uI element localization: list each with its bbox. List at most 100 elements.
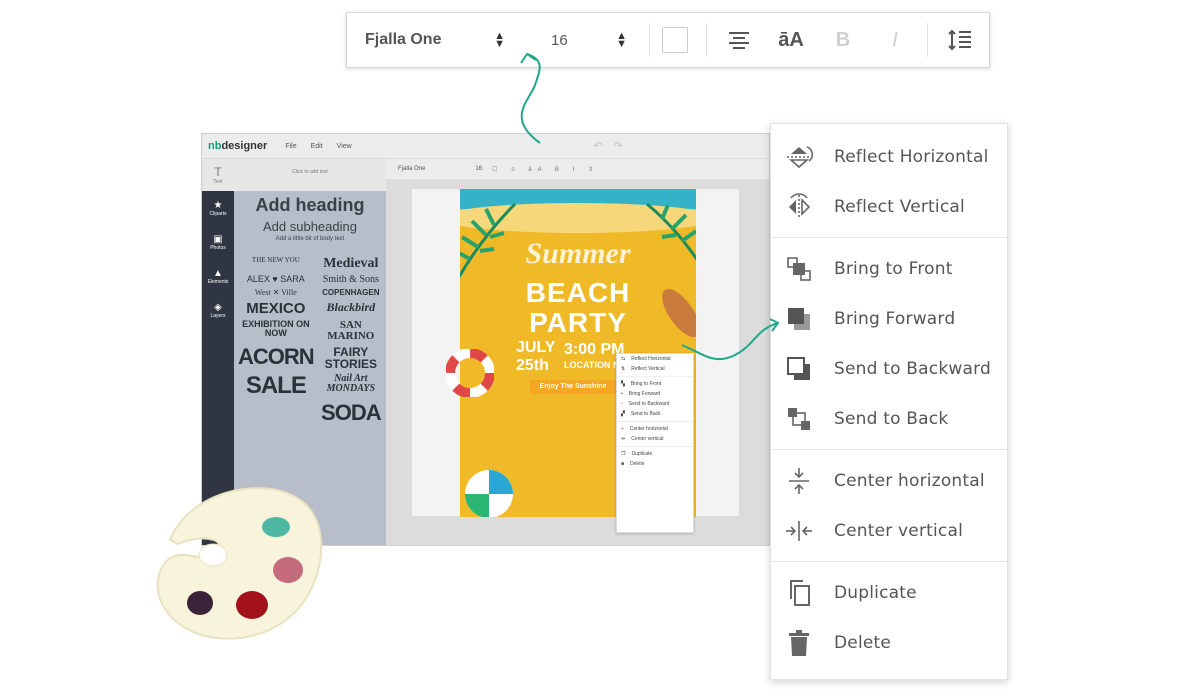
menu-label: Center horizontal bbox=[834, 471, 985, 491]
send-backward-icon bbox=[785, 355, 813, 383]
text-icon: T bbox=[214, 165, 222, 179]
font-sample[interactable]: Smith & Sons bbox=[318, 275, 384, 285]
mini-text-toolbar: Fjalla One 16 ☐ ≡ āA B I ⇕ bbox=[386, 159, 769, 179]
menu-icon: ▫ bbox=[621, 401, 623, 407]
font-sample[interactable]: Blackbird bbox=[318, 301, 384, 316]
send-to-back-item[interactable]: Send to Back bbox=[771, 394, 1007, 444]
mini-menu-item[interactable]: ▪ Bring Forward bbox=[617, 389, 693, 399]
mini-font-select[interactable]: Fjalla One bbox=[398, 166, 425, 172]
font-sample[interactable]: MEXICO bbox=[238, 301, 314, 316]
add-heading-button[interactable]: Add heading bbox=[234, 195, 386, 216]
sidebar-item-elements[interactable]: ▲ Elements bbox=[202, 259, 234, 293]
italic-button[interactable]: I bbox=[869, 29, 921, 52]
font-sample[interactable]: SAN MARINO bbox=[318, 320, 384, 342]
font-sample[interactable]: COPENHAGEN bbox=[318, 289, 384, 297]
divider bbox=[706, 23, 707, 57]
mini-tools-icon: ☐ ≡ āA B I ⇕ bbox=[492, 166, 599, 173]
bold-button[interactable]: B bbox=[817, 29, 869, 52]
menu-edit[interactable]: Edit bbox=[311, 143, 323, 150]
sidebar-item-layers[interactable]: ◈ Layers bbox=[202, 293, 234, 327]
bold-label: B bbox=[835, 28, 851, 51]
mini-menu-item[interactable]: ❐ Duplicate bbox=[617, 449, 693, 459]
menu-icon: ▪ bbox=[621, 391, 623, 397]
line-height-icon bbox=[948, 29, 971, 51]
bring-to-front-icon bbox=[785, 255, 813, 283]
mini-menu-item[interactable]: ▞ Send to Back bbox=[617, 409, 693, 419]
italic-label: I bbox=[892, 28, 898, 51]
layers-icon: ◈ bbox=[214, 301, 222, 313]
font-samples-grid: THE NEW YOU Medieval ALEX ♥ SARA Smith &… bbox=[238, 257, 384, 424]
line-height-button[interactable] bbox=[934, 29, 986, 51]
font-sample[interactable]: EXHIBITION ON NOW bbox=[238, 320, 314, 342]
sidebar-rail: T Text ★ Cliparts ▣ Photos ▲ Elements ◈ … bbox=[202, 159, 234, 545]
mini-menu-item[interactable]: ⇹ Center vertical bbox=[617, 434, 693, 444]
poster-date[interactable]: JULY 25th bbox=[516, 339, 555, 375]
menu-label: Bring Forward bbox=[834, 309, 956, 329]
font-sample[interactable]: Nail Art MONDAYS bbox=[318, 374, 384, 398]
palm-leaf-icon bbox=[460, 202, 517, 279]
font-sample[interactable]: THE NEW YOU bbox=[238, 257, 314, 271]
sidebar-item-text[interactable]: T Text bbox=[202, 159, 234, 191]
menu-view[interactable]: View bbox=[337, 143, 352, 150]
mini-menu-item[interactable]: ■ Delete bbox=[617, 459, 693, 469]
font-sample[interactable]: ACORN bbox=[238, 346, 315, 370]
undo-redo-icon[interactable]: ↶↷ bbox=[594, 141, 635, 152]
reflect-vertical-icon bbox=[785, 193, 813, 221]
mini-menu-item[interactable]: ÷ Center horizontal bbox=[617, 424, 693, 434]
duplicate-item[interactable]: Duplicate bbox=[771, 568, 1007, 618]
mini-size-select[interactable]: 16 bbox=[475, 166, 482, 172]
menu-icon: ❐ bbox=[621, 451, 626, 457]
sidebar-item-cliparts[interactable]: ★ Cliparts bbox=[202, 191, 234, 225]
mini-menu-item[interactable]: ⇆ Reflect Horizontal bbox=[617, 354, 693, 364]
add-subheading-button[interactable]: Add subheading bbox=[234, 219, 386, 234]
font-sample[interactable]: West ✕ Ville bbox=[238, 289, 314, 297]
menu-label: Send to Backward bbox=[834, 359, 991, 379]
poster-tagline[interactable]: Enjoy The Sunshine bbox=[530, 380, 616, 394]
reflect-horizontal-item[interactable]: Reflect Horizontal bbox=[771, 132, 1007, 182]
font-size-select[interactable]: 16 ▲ ▼ bbox=[523, 31, 643, 50]
add-body-text-button[interactable]: Add a little bit of body text bbox=[234, 236, 386, 242]
mini-context-menu: ⇆ Reflect Horizontal ⇅ Reflect Vertical ▚ B… bbox=[616, 353, 694, 533]
text-toolbar: Fjalla One ▲ ▼ 16 ▲ ▼ āA B I bbox=[346, 12, 990, 68]
menu-label: Delete bbox=[834, 633, 892, 653]
font-sample[interactable]: SODA bbox=[318, 402, 384, 424]
bring-to-front-item[interactable]: Bring to Front bbox=[771, 244, 1007, 294]
send-to-back-icon bbox=[785, 405, 813, 433]
delete-item[interactable]: Delete bbox=[771, 618, 1007, 668]
bring-forward-item[interactable]: Bring Forward bbox=[771, 294, 1007, 344]
send-to-backward-item[interactable]: Send to Backward bbox=[771, 344, 1007, 394]
center-horizontal-item[interactable]: Center horizontal bbox=[771, 456, 1007, 506]
divider bbox=[617, 376, 693, 377]
menu-label: Duplicate bbox=[834, 583, 917, 603]
menu-icon: ⇹ bbox=[621, 436, 626, 442]
menu-label: Center vertical bbox=[834, 521, 964, 541]
menu-icon: ▚ bbox=[621, 381, 625, 387]
menu-file[interactable]: File bbox=[285, 143, 296, 150]
text-case-button[interactable]: āA bbox=[765, 29, 817, 52]
center-vertical-item[interactable]: Center vertical bbox=[771, 506, 1007, 556]
sidebar-item-photos[interactable]: ▣ Photos bbox=[202, 225, 234, 259]
mini-menu-item[interactable]: ⇅ Reflect Vertical bbox=[617, 364, 693, 374]
context-menu: Reflect Horizontal Reflect Vertical Brin… bbox=[770, 123, 1008, 680]
mini-menu-item[interactable]: ▫ Send to Backward bbox=[617, 399, 693, 409]
font-sample[interactable]: ALEX ♥ SARA bbox=[238, 275, 314, 285]
menu-label: Reflect Horizontal bbox=[834, 147, 989, 167]
beach-ball-icon bbox=[465, 470, 513, 517]
menu-icon: ■ bbox=[621, 461, 625, 467]
text-color-swatch[interactable] bbox=[662, 27, 688, 53]
reflect-horizontal-icon bbox=[785, 143, 813, 171]
font-sample[interactable]: Medieval bbox=[318, 257, 384, 271]
font-family-select[interactable]: Fjalla One ▲ ▼ bbox=[347, 31, 523, 50]
font-sample[interactable]: SALE bbox=[238, 374, 314, 398]
designer-app-window: nbdesigner File Edit View ↶↷ T Text ★ Cl… bbox=[201, 133, 770, 546]
font-sample[interactable]: FAIRY STORIES bbox=[318, 346, 384, 370]
duplicate-icon bbox=[785, 579, 813, 607]
reflect-vertical-item[interactable]: Reflect Vertical bbox=[771, 182, 1007, 232]
align-center-button[interactable] bbox=[713, 30, 765, 50]
mini-menu-item[interactable]: ▚ Bring to Front bbox=[617, 379, 693, 389]
font-sample[interactable] bbox=[238, 402, 314, 424]
app-header: nbdesigner File Edit View ↶↷ bbox=[202, 134, 769, 159]
palm-leaf-icon bbox=[646, 202, 696, 261]
menu-icon: ⇆ bbox=[621, 356, 626, 362]
divider bbox=[649, 23, 650, 57]
